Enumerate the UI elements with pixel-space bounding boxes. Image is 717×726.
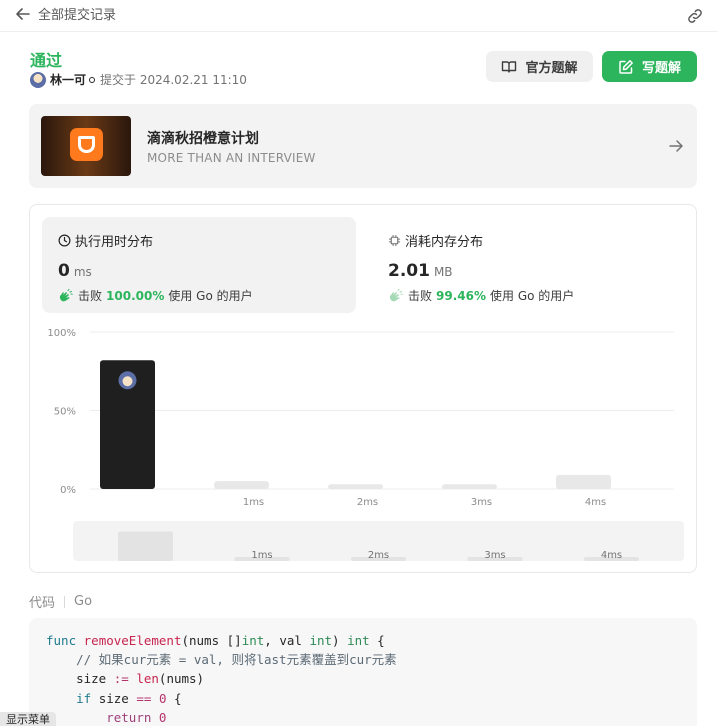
submission-meta: 林一可 提交于 2024.02.21 11:10: [30, 71, 247, 88]
chart-bar: [556, 474, 611, 489]
x-tick-label: 4ms: [585, 497, 606, 508]
code-line: // 如果cur元素 = val, 则将last元素覆盖到cur元素: [76, 652, 397, 668]
submitted-time: 提交于 2024.02.21 11:10: [100, 73, 247, 87]
user-badge-icon: [89, 76, 96, 83]
chart-range-preview: 1ms 2ms 3ms 4ms: [118, 531, 639, 561]
y-tick-label: 0%: [60, 485, 76, 496]
code-line: size := len(nums): [76, 671, 205, 687]
edit-icon: [619, 59, 633, 74]
banner-title: 滴滴秋招橙意计划: [147, 131, 259, 147]
avatar-face: [122, 376, 133, 387]
arrow-left-icon: [16, 7, 30, 20]
arrow-right-icon: [669, 140, 683, 152]
code-label: 代码: [29, 596, 56, 611]
x-tick-label: 3ms: [471, 497, 492, 508]
preview-tick-label: 3ms: [484, 550, 505, 561]
banner-subtitle: MORE THAN AN INTERVIEW: [147, 151, 316, 165]
didi-logo: [70, 128, 103, 161]
divider: [64, 595, 66, 608]
chart-bar: [214, 481, 269, 489]
username[interactable]: 林一可: [50, 71, 86, 88]
code-language: Go: [74, 594, 93, 609]
back-label: 全部提交记录: [38, 8, 117, 23]
link-icon[interactable]: [685, 6, 705, 26]
y-tick-label: 50%: [54, 407, 76, 418]
x-tick-label: 2ms: [357, 497, 378, 508]
submission-status: 通过: [30, 51, 63, 70]
x-tick-label: 1ms: [243, 497, 264, 508]
code-line: func removeElement(nums []int, val int) …: [46, 633, 385, 648]
code-block[interactable]: func removeElement(nums []int, val int) …: [29, 618, 697, 726]
official-solution-button[interactable]: 官方题解: [486, 51, 593, 82]
top-bar: 全部提交记录: [0, 0, 717, 32]
preview-tick-label: 4ms: [601, 550, 622, 561]
banner-image: [41, 116, 131, 176]
stats-card: 执行用时分布 0 ms 击败 100.00% 使用 Go 的用户 消耗内存分布 …: [29, 204, 697, 573]
chart-bar: [328, 484, 383, 489]
write-solution-button[interactable]: 写题解: [602, 51, 697, 82]
back-button[interactable]: 全部提交记录: [14, 4, 116, 23]
write-solution-label: 写题解: [641, 61, 681, 76]
preview-bar: [118, 531, 173, 561]
show-menu-tooltip[interactable]: 显示菜单: [0, 712, 56, 726]
code-header: 代码 Go: [29, 592, 92, 611]
preview-tick-label: 2ms: [368, 550, 389, 561]
runtime-distribution-chart[interactable]: 100% 50% 0% 1ms 2ms 3ms 4ms: [30, 205, 698, 574]
avatar[interactable]: [30, 71, 46, 88]
chart-bar: [442, 484, 497, 489]
promo-banner[interactable]: 滴滴秋招橙意计划 MORE THAN AN INTERVIEW: [29, 104, 697, 188]
book-icon: [502, 60, 517, 73]
code-line: if size == 0 {: [76, 690, 182, 706]
y-tick-label: 100%: [47, 328, 76, 339]
chart-range-slider[interactable]: 1ms 2ms 3ms 4ms: [73, 521, 684, 561]
preview-tick-label: 1ms: [251, 550, 272, 561]
code-line: return 0: [106, 709, 167, 725]
official-solution-label: 官方题解: [525, 61, 578, 76]
